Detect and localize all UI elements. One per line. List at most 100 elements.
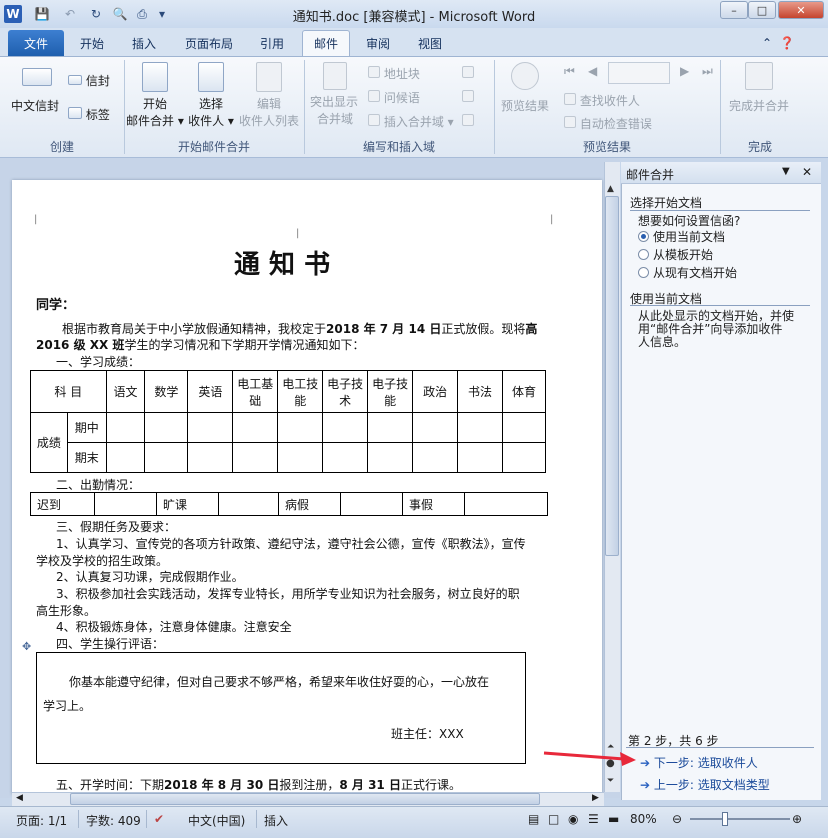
grade-cell[interactable] — [367, 412, 414, 443]
zoom-in-icon[interactable]: ⊕ — [792, 812, 802, 826]
find-recipient-button[interactable]: 查找收件人 — [564, 92, 640, 109]
grade-cell[interactable] — [277, 442, 324, 473]
grade-cell[interactable] — [105, 412, 146, 443]
outline-view-icon[interactable]: ☰ — [588, 812, 599, 826]
grade-cell[interactable] — [457, 442, 504, 473]
radio-use-current-document[interactable]: 使用当前文档 — [638, 228, 725, 245]
greeting-line-button[interactable]: 问候语 — [368, 89, 420, 106]
attendance-label-cell: 迟到 — [30, 492, 95, 516]
scroll-right-icon[interactable]: ▶ — [592, 793, 599, 803]
pane-divider — [626, 747, 814, 748]
attendance-value-cell[interactable] — [464, 492, 548, 516]
tab-mailings[interactable]: 邮件 — [302, 30, 350, 56]
grade-cell[interactable] — [232, 412, 279, 443]
window-title: 通知书.doc [兼容模式] - Microsoft Word — [292, 10, 536, 25]
horizontal-scroll-thumb[interactable] — [70, 793, 540, 805]
last-record-icon[interactable]: ⏭ — [702, 64, 713, 79]
table-move-handle-icon[interactable]: ✥ — [22, 640, 31, 653]
address-block-button[interactable]: 地址块 — [368, 65, 420, 82]
grade-cell[interactable] — [105, 442, 146, 473]
language-indicator[interactable]: 中文(中国) — [188, 812, 245, 829]
pane-question: 想要如何设置信函? — [638, 214, 741, 228]
pane-close-icon[interactable]: ✕ — [802, 165, 812, 179]
close-button[interactable]: ✕ — [778, 1, 824, 19]
full-screen-view-icon[interactable]: □ — [548, 812, 559, 826]
tab-file[interactable]: 文件 — [8, 30, 64, 56]
update-labels-icon[interactable] — [462, 114, 478, 128]
grade-cell[interactable] — [412, 412, 459, 443]
next-page-icon[interactable]: ⏷ — [607, 776, 614, 786]
insert-mode-indicator[interactable]: 插入 — [264, 812, 288, 829]
insert-field-icon — [368, 114, 380, 126]
grade-cell[interactable] — [232, 442, 279, 473]
grade-cell[interactable] — [322, 412, 369, 443]
preview-results-button[interactable]: 预览结果 — [498, 62, 552, 132]
scroll-up-icon[interactable]: ▲ — [607, 184, 614, 194]
previous-step-link[interactable]: ➔ 上一步: 选取文档类型 — [640, 776, 770, 793]
attendance-value-cell[interactable] — [94, 492, 157, 516]
highlight-merge-fields-button[interactable]: 突出显示 合并域 — [308, 62, 362, 132]
tab-page-layout[interactable]: 页面布局 — [176, 30, 242, 56]
page-count[interactable]: 页面: 1/1 — [16, 812, 67, 829]
pane-heading: 选择开始文档 — [630, 196, 703, 210]
tab-home[interactable]: 开始 — [70, 30, 114, 56]
tab-view[interactable]: 视图 — [408, 30, 452, 56]
radio-from-existing-document[interactable]: 从现有文档开始 — [638, 264, 737, 281]
match-fields-icon[interactable] — [462, 90, 478, 104]
attendance-value-cell[interactable] — [218, 492, 279, 516]
grade-cell[interactable] — [367, 442, 414, 473]
first-record-icon[interactable]: ⏮ — [564, 64, 575, 79]
document-page[interactable]: | | | 通 知 书 同学： 根据市教育局关于中小学放假通知精神，我校定于20… — [12, 180, 602, 794]
task-item-3-cont: 高生形象。 — [36, 604, 97, 618]
zoom-level[interactable]: 80% — [630, 812, 657, 826]
proofing-icon[interactable]: ✔ — [154, 812, 164, 826]
minimize-button[interactable]: – — [720, 1, 748, 19]
next-step-link[interactable]: ➔ 下一步: 选取收件人 — [640, 754, 758, 771]
previous-record-icon[interactable]: ◀ — [588, 64, 597, 78]
grade-cell[interactable] — [187, 412, 234, 443]
pane-options-icon[interactable]: ▼ — [782, 166, 790, 177]
start-mail-merge-button[interactable]: 开始 邮件合并 ▾ — [126, 62, 184, 132]
zoom-out-icon[interactable]: ⊖ — [672, 812, 682, 826]
labels-button[interactable]: 标签 — [68, 106, 110, 123]
dropdown-arrow-icon: ▾ — [227, 114, 234, 128]
draft-view-icon[interactable]: ▬ — [608, 812, 619, 826]
grade-cell[interactable] — [502, 412, 546, 443]
word-count[interactable]: 字数: 409 — [86, 812, 141, 829]
grade-cell[interactable] — [144, 412, 189, 443]
web-layout-view-icon[interactable]: ◉ — [568, 812, 578, 826]
zoom-slider-track[interactable] — [690, 818, 790, 820]
edit-recipient-list-button[interactable]: 编辑 收件人列表 — [238, 62, 300, 132]
chinese-envelope-button[interactable]: 中文信封 — [11, 64, 60, 113]
tab-review[interactable]: 审阅 — [356, 30, 400, 56]
help-icon[interactable]: ❓ — [778, 30, 796, 56]
margin-mark: | — [34, 214, 38, 225]
minimize-ribbon-icon[interactable]: ⌃ — [760, 30, 774, 56]
vertical-scroll-thumb[interactable] — [605, 196, 619, 556]
comment-box[interactable]: 你基本能遵守纪律，但对自己要求不够严格，希望来年收住好耍的心，一心放在 学习上。… — [36, 652, 526, 764]
tab-insert[interactable]: 插入 — [122, 30, 166, 56]
scroll-left-icon[interactable]: ◀ — [16, 793, 23, 803]
grade-cell[interactable] — [322, 442, 369, 473]
envelope-button[interactable]: 信封 — [68, 72, 110, 89]
record-number-field[interactable] — [608, 62, 670, 84]
grade-cell[interactable] — [502, 442, 546, 473]
auto-check-errors-button[interactable]: 自动检查错误 — [564, 115, 652, 132]
next-record-icon[interactable]: ▶ — [680, 64, 689, 78]
select-recipients-button[interactable]: 选择 收件人 ▾ — [186, 62, 236, 132]
zoom-slider-thumb[interactable] — [722, 812, 728, 826]
grade-cell[interactable] — [144, 442, 189, 473]
maximize-button[interactable]: □ — [748, 1, 776, 19]
rules-icon[interactable] — [462, 66, 478, 80]
grade-cell[interactable] — [457, 412, 504, 443]
print-layout-view-icon[interactable]: ▤ — [528, 812, 539, 826]
grade-cell[interactable] — [412, 442, 459, 473]
radio-from-template[interactable]: 从模板开始 — [638, 246, 713, 263]
finish-and-merge-button[interactable]: 完成并合并 — [726, 62, 792, 132]
attendance-value-cell[interactable] — [340, 492, 403, 516]
grade-cell[interactable] — [187, 442, 234, 473]
tab-references[interactable]: 引用 — [250, 30, 294, 56]
grade-cell[interactable] — [277, 412, 324, 443]
status-separator — [146, 810, 147, 828]
insert-merge-field-button[interactable]: 插入合并域 ▾ — [368, 113, 454, 130]
